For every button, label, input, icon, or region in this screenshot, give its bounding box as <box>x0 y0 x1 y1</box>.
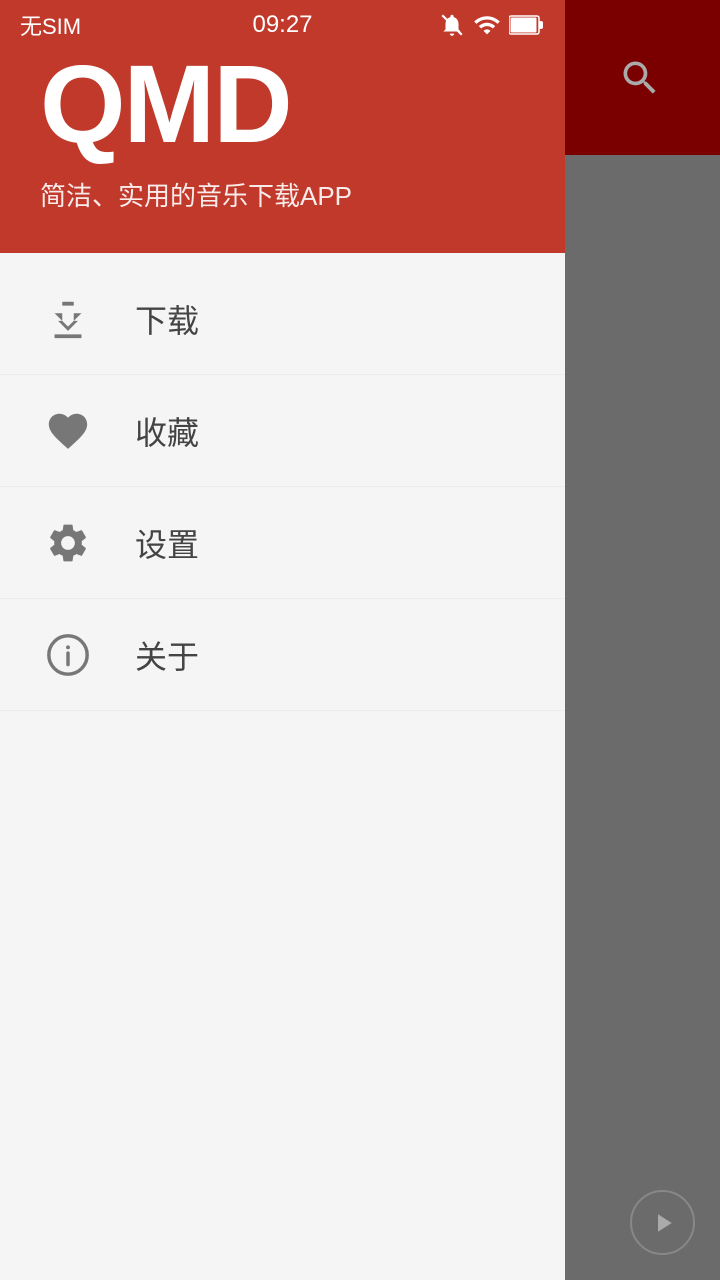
menu-item-settings[interactable]: 设置 <box>0 487 565 599</box>
play-button-container[interactable] <box>630 1190 695 1255</box>
menu-download-label: 下载 <box>135 296 199 342</box>
menu-item-about[interactable]: 关于 <box>0 599 565 711</box>
menu-list: 下载 收藏 设置 <box>0 253 565 1280</box>
menu-settings-label: 设置 <box>135 520 199 566</box>
search-icon[interactable] <box>618 56 662 100</box>
battery-icon <box>509 14 545 36</box>
gear-icon-container <box>40 515 95 570</box>
alarm-off-icon <box>439 12 465 38</box>
status-icons <box>439 11 545 39</box>
right-panel-header <box>560 0 720 155</box>
play-icon <box>648 1208 678 1238</box>
gear-icon <box>45 520 91 566</box>
wifi-icon <box>473 11 501 39</box>
info-icon-container <box>40 627 95 682</box>
no-sim-label: 无SIM <box>20 9 81 41</box>
menu-item-favorites[interactable]: 收藏 <box>0 375 565 487</box>
status-bar: 无SIM 09:27 <box>0 0 565 50</box>
heart-icon-container <box>40 403 95 458</box>
info-icon <box>45 632 91 678</box>
download-icon-container <box>40 291 95 346</box>
app-name: QMD <box>40 50 565 160</box>
heart-icon <box>45 408 91 454</box>
download-icon <box>45 296 91 342</box>
menu-about-label: 关于 <box>135 632 199 678</box>
play-button[interactable] <box>630 1190 695 1255</box>
menu-favorites-label: 收藏 <box>135 408 199 454</box>
drawer: 无SIM 09:27 QMD 简洁、实用的音乐下载APP <box>0 0 565 1280</box>
status-time: 09:27 <box>252 11 312 39</box>
app-subtitle: 简洁、实用的音乐下载APP <box>40 176 565 213</box>
right-panel <box>560 0 720 1280</box>
menu-item-download[interactable]: 下载 <box>0 263 565 375</box>
